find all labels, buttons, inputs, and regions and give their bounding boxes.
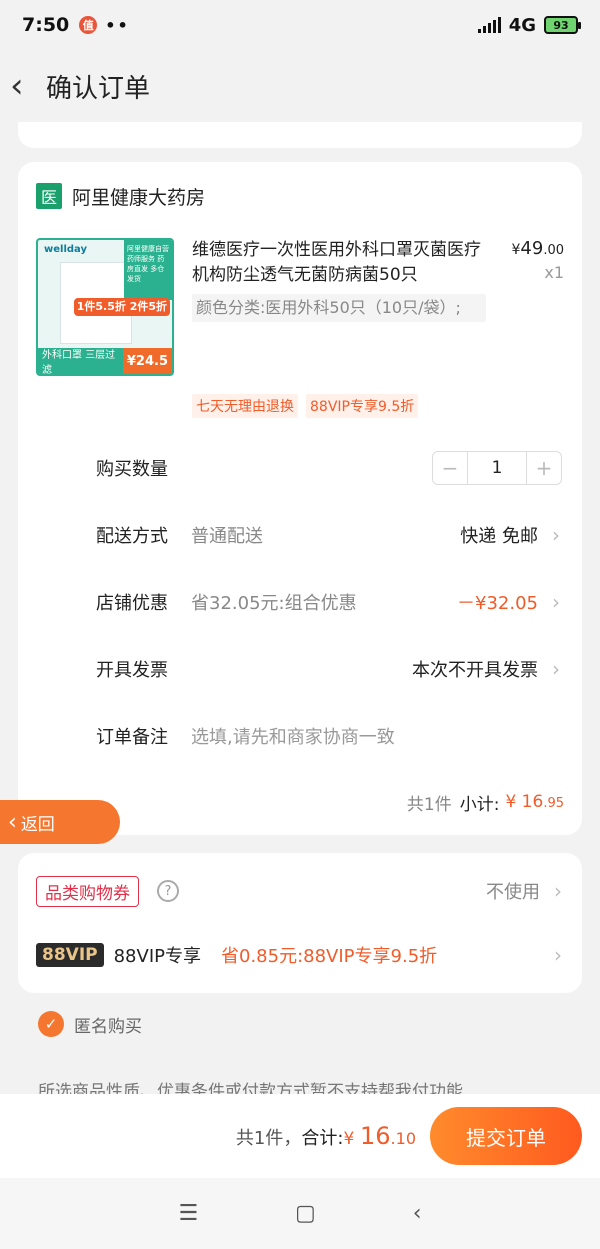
product-qty: x1 (544, 263, 564, 282)
nav-bar: ‹ 确认订单 (0, 50, 600, 122)
plus-icon[interactable]: + (527, 452, 561, 484)
total-count: 共1件， (235, 1128, 302, 1149)
invoice-label: 开具发票 (96, 659, 168, 681)
notification-icon: 值 (79, 16, 98, 34)
checkmark-icon[interactable]: ✓ (38, 1011, 64, 1037)
thumb-service-box: 阿里健康自营 药师服务 药房直发 多仓发货 (124, 240, 172, 300)
floating-back-label: 返回 (20, 814, 55, 835)
quantity-value[interactable]: 1 (467, 451, 527, 484)
coupon-value: 不使用 (486, 882, 540, 903)
quantity-stepper: − 1 + (432, 450, 562, 485)
product-title: 维德医疗一次性医用外科口罩灭菌医疗机构防尘透气无菌防病菌50只 (192, 240, 481, 285)
chevron-right-icon: › (552, 656, 560, 681)
thumb-brand: wellday (44, 244, 87, 255)
product-info: 维德医疗一次性医用外科口罩灭菌医疗机构防尘透气无菌防病菌50只 颜色分类:医用外… (192, 238, 564, 376)
page-title: 确认订单 (46, 73, 151, 104)
discount-sub: 省32.05元:组合优惠 (191, 592, 357, 614)
store-header[interactable]: 医 阿里健康大药房 (18, 162, 582, 230)
delivery-sub: 普通配送 (191, 525, 263, 547)
vip-description: 省0.85元:88VIP专享9.5折 (221, 946, 438, 967)
network-type: 4G (508, 14, 536, 36)
thumb-price: ¥24.5 (122, 348, 172, 374)
subtotal-amount: ¥ 16.95 (505, 792, 564, 812)
discount-label: 店铺优惠 (96, 592, 168, 614)
vip-discount-row[interactable]: 88VIP 88VIP专享 省0.85元:88VIP专享9.5折 › (18, 923, 582, 987)
anonymous-label: 匿名购买 (74, 1016, 142, 1037)
total-dec: .10 (390, 1129, 416, 1148)
total-summary: 共1件，合计:¥ 16.10 (236, 1122, 416, 1150)
thumb-bottom-strip: 外科口罩 三层过滤 ¥24.5 (38, 348, 172, 374)
product-price-amount: ¥49.00 (511, 238, 564, 259)
status-bar: 7:50 值 •• 4G 93 (0, 0, 600, 50)
subtotal-label: 小计: (459, 794, 500, 815)
floating-back-button[interactable]: ‹ 返回 (0, 800, 120, 844)
store-discount-row[interactable]: 店铺优惠 省32.05元:组合优惠 －¥32.05 › (18, 568, 582, 635)
status-time: 7:50 (22, 14, 70, 36)
signal-icon (477, 17, 501, 33)
anonymous-purchase[interactable]: ✓ 匿名购买 (0, 993, 600, 1037)
category-coupon-row[interactable]: 品类购物券 ? 不使用 › (18, 859, 582, 923)
product-sku[interactable]: 颜色分类:医用外科50只（10只/袋）; (192, 294, 486, 322)
price-int: 49 (520, 238, 544, 259)
checkout-bar: 共1件，合计:¥ 16.10 提交订单 (0, 1094, 600, 1178)
thumb-bottom-text: 外科口罩 三层过滤 (42, 350, 116, 376)
subtotal-yen: ¥ (505, 792, 517, 812)
subtotal-count: 共1件 (406, 794, 452, 815)
back-icon[interactable]: ‹ (413, 1201, 422, 1226)
chevron-left-icon: ‹ (8, 809, 17, 835)
vip-logo-icon: 88VIP (36, 943, 104, 967)
product-price: ¥49.00 x1 (511, 238, 564, 282)
chevron-right-icon: › (552, 522, 560, 547)
delivery-label: 配送方式 (96, 525, 168, 547)
chevron-right-icon: › (552, 589, 560, 614)
subtotal-dec: .95 (543, 796, 564, 811)
minus-icon[interactable]: − (433, 452, 467, 484)
order-note-row: 订单备注 选填,请先和商家协商一致 (18, 702, 582, 769)
quantity-row: 购买数量 − 1 + (18, 434, 582, 501)
total-label: 合计: (301, 1128, 344, 1149)
payment-notice: 所选商品性质、优惠条件或付款方式暂不支持帮我付功能 (38, 1082, 463, 1102)
vip-label: 88VIP专享 (113, 946, 201, 967)
help-icon[interactable]: ? (157, 880, 179, 902)
store-name: 阿里健康大药房 (72, 186, 206, 209)
home-icon[interactable]: ▢ (295, 1201, 316, 1226)
tag-return: 七天无理由退换 (192, 394, 298, 418)
menu-icon[interactable]: ☰ (178, 1201, 198, 1226)
subtotal-int: 16 (521, 792, 544, 812)
chevron-right-icon: › (554, 879, 562, 903)
category-coupon-badge: 品类购物券 (36, 875, 139, 907)
coupon-card: 品类购物券 ? 不使用 › 88VIP 88VIP专享 省0.85元:88VIP… (18, 853, 582, 993)
product-thumbnail[interactable]: wellday 阿里健康自营 药师服务 药房直发 多仓发货 1件5.5折 2件5… (36, 238, 174, 376)
total-yen: ¥ (343, 1129, 355, 1149)
address-card-tail (18, 122, 582, 148)
order-card: 医 阿里健康大药房 wellday 阿里健康自营 药师服务 药房直发 多仓发货 … (18, 162, 582, 835)
delivery-value: 快递 免邮 (460, 525, 538, 547)
status-right: 4G 93 (477, 14, 581, 36)
note-label: 订单备注 (96, 726, 168, 748)
system-nav-bar: ☰ ▢ ‹ (0, 1178, 600, 1249)
product-tags: 七天无理由退换 88VIP专享9.5折 (18, 376, 582, 418)
tag-vip: 88VIP专享9.5折 (306, 394, 419, 418)
pharmacy-badge-icon: 医 (36, 183, 62, 209)
invoice-value: 本次不开具发票 (412, 659, 538, 681)
battery-icon: 93 (544, 16, 581, 34)
invoice-row[interactable]: 开具发票 本次不开具发票 › (18, 635, 582, 702)
chevron-right-icon: › (554, 943, 562, 967)
price-dec: .00 (543, 243, 564, 258)
quantity-label: 购买数量 (96, 458, 168, 480)
delivery-row[interactable]: 配送方式 普通配送 快递 免邮 › (18, 501, 582, 568)
total-int: 16 (360, 1122, 391, 1150)
back-arrow-icon[interactable]: ‹ (10, 69, 40, 103)
thumb-promo-badge: 1件5.5折 2件5折 (73, 298, 170, 316)
submit-order-button[interactable]: 提交订单 (430, 1107, 582, 1165)
more-notifications-icon: •• (105, 15, 130, 35)
order-note-input[interactable]: 选填,请先和商家协商一致 (191, 723, 395, 749)
discount-value: －¥32.05 (457, 592, 538, 614)
product-item[interactable]: wellday 阿里健康自营 药师服务 药房直发 多仓发货 1件5.5折 2件5… (18, 230, 582, 376)
